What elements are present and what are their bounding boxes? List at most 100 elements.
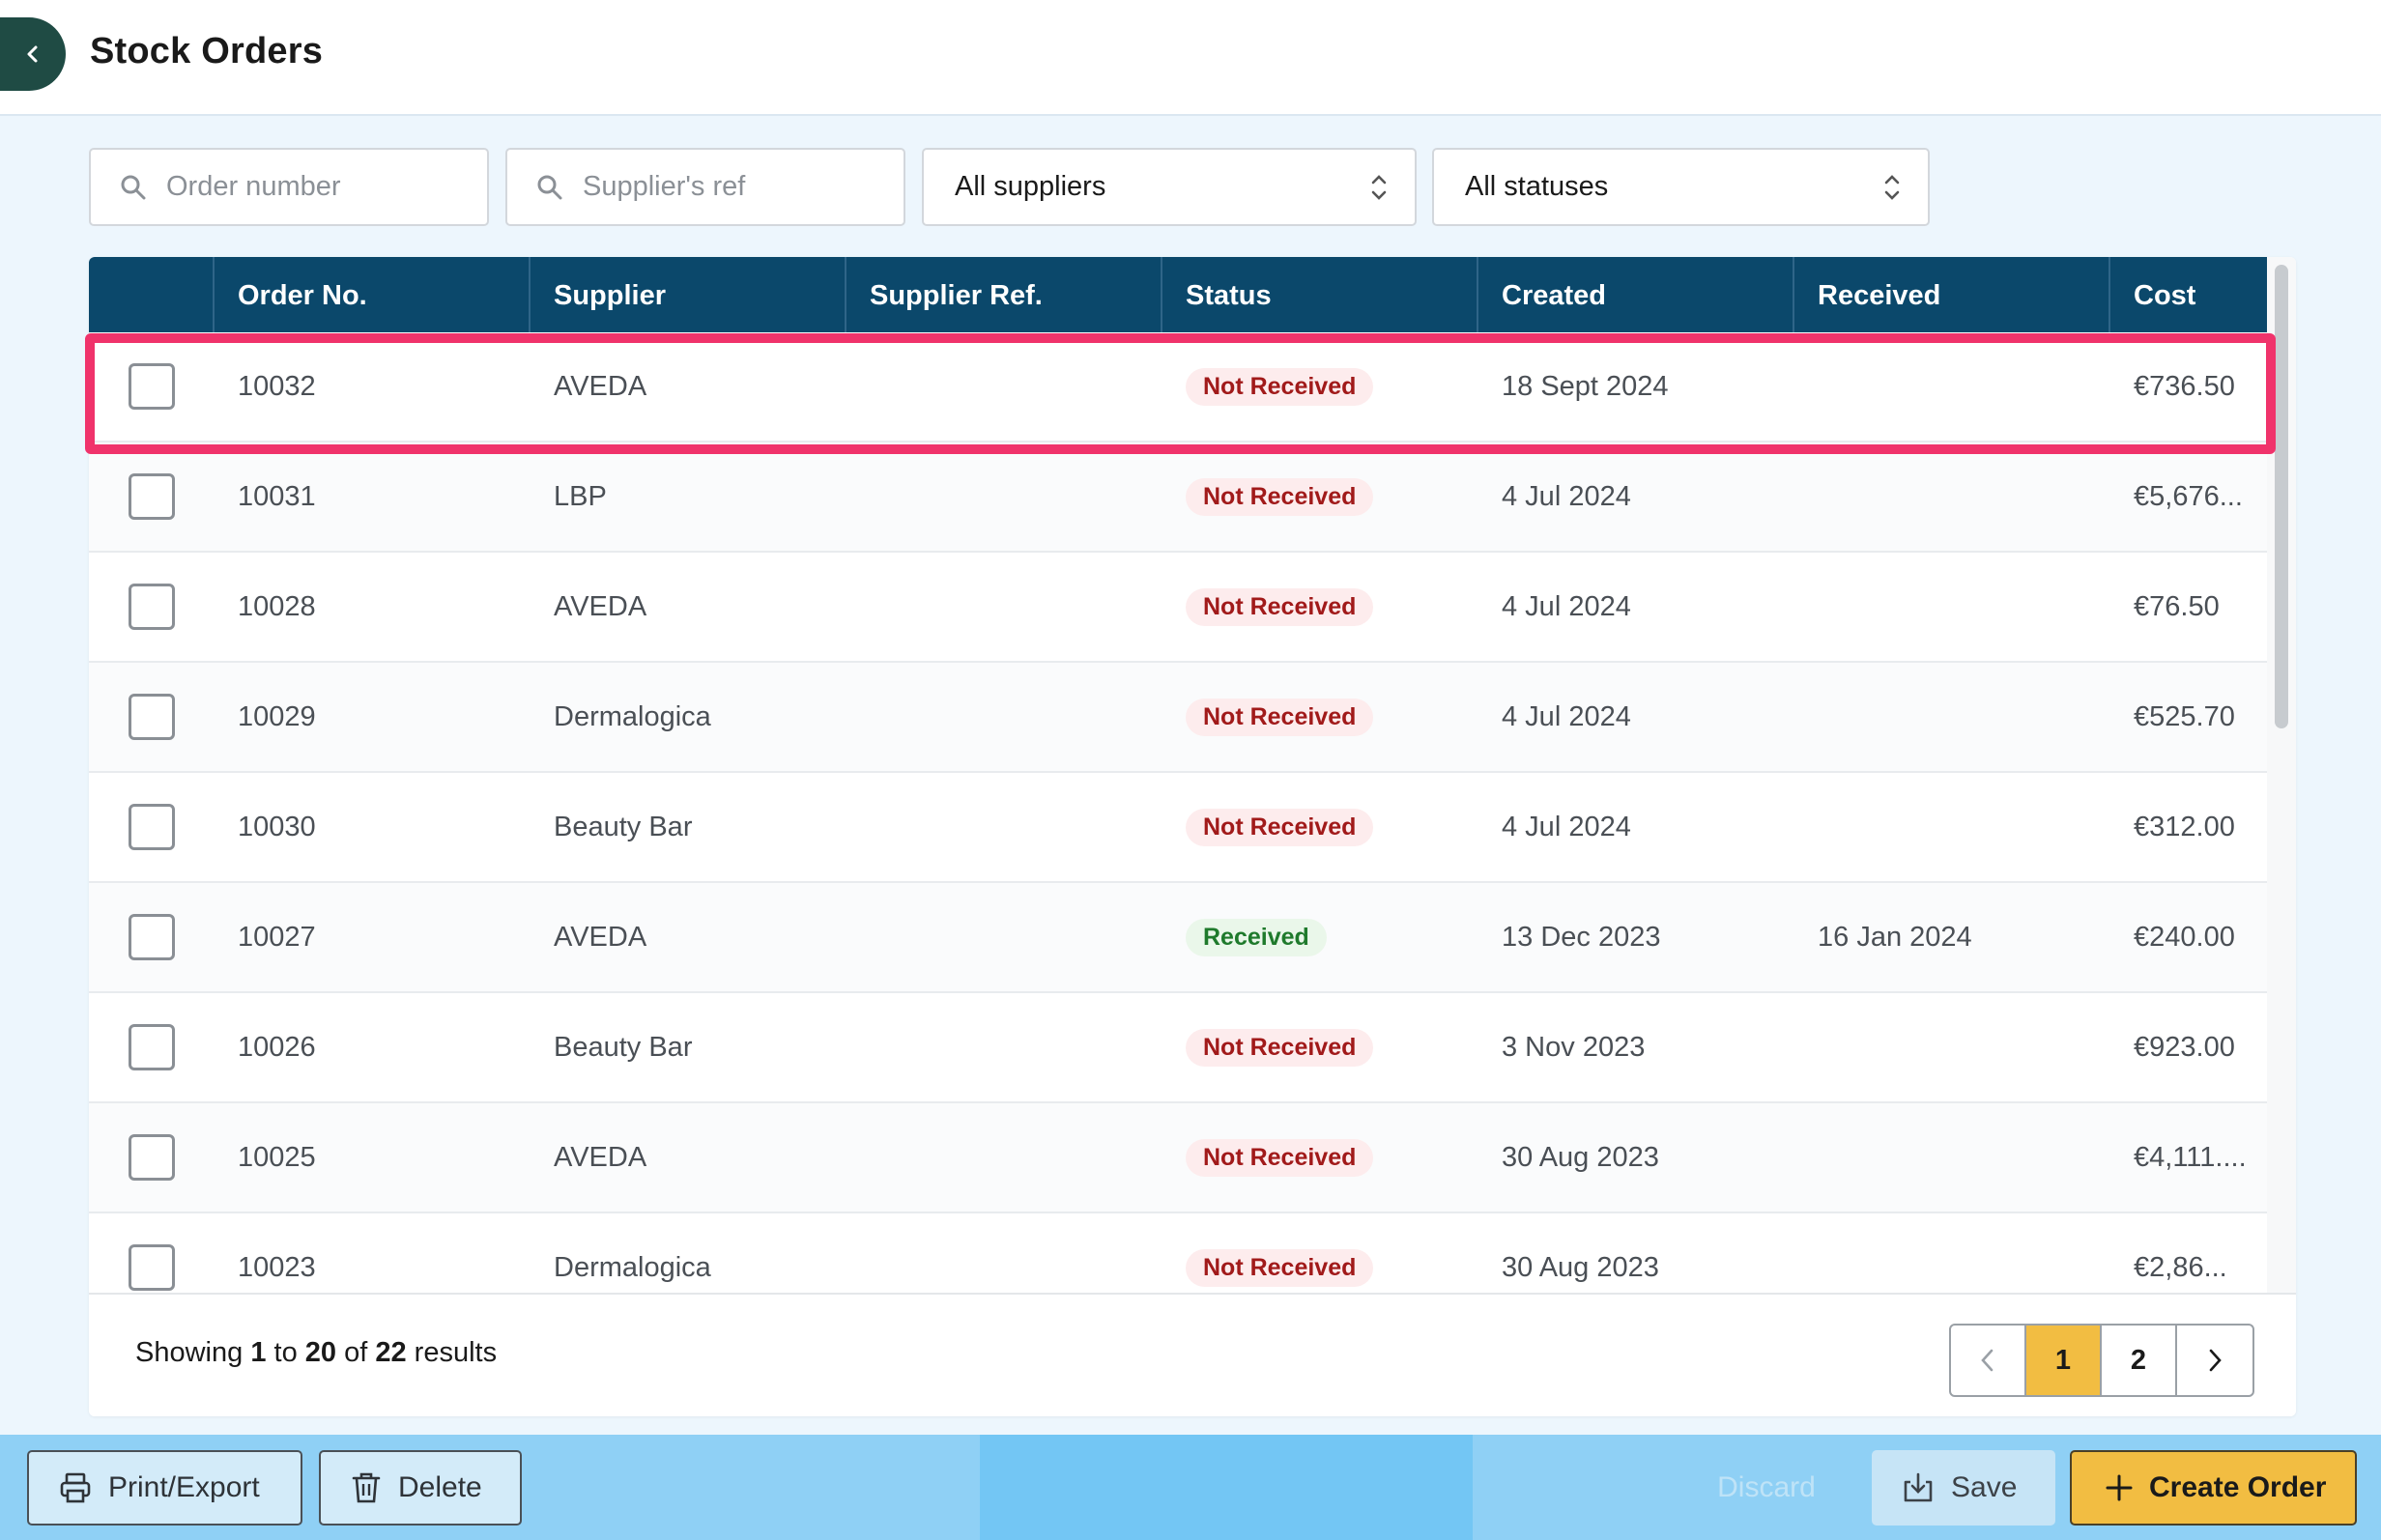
created-cell: 30 Aug 2023 <box>1502 1141 1659 1173</box>
scrollbar-thumb[interactable] <box>2275 265 2288 728</box>
created-cell: 18 Sept 2024 <box>1502 370 1669 402</box>
order-number-cell: 10027 <box>238 921 316 953</box>
status-badge: Not Received <box>1186 367 1374 406</box>
row-select-cell <box>89 473 215 520</box>
results-to: 20 <box>304 1337 337 1368</box>
supplier-select[interactable]: All suppliers <box>922 148 1417 226</box>
row-checkbox[interactable] <box>129 363 175 410</box>
created-cell: 4 Jul 2024 <box>1502 811 1631 842</box>
supplier-cell: AVEDA <box>554 1141 647 1173</box>
search-icon <box>531 174 569 201</box>
status-select[interactable]: All statuses <box>1432 148 1930 226</box>
cost-cell: €240.00 <box>2134 921 2235 953</box>
supplier-cell: AVEDA <box>554 921 647 953</box>
table-row[interactable]: 10027 AVEDA Received 13 Dec 2023 16 Jan 2024… <box>89 883 2267 993</box>
cost-cell: €923.00 <box>2134 1031 2235 1063</box>
supplier-cell: AVEDA <box>554 590 647 622</box>
chevron-left-icon <box>1981 1349 1994 1372</box>
to-label: to <box>273 1337 298 1368</box>
delete-button[interactable]: Delete <box>319 1450 522 1526</box>
order-number-cell: 10028 <box>238 590 316 622</box>
column-header-created[interactable]: Created <box>1478 257 1794 332</box>
created-cell: 3 Nov 2023 <box>1502 1031 1646 1063</box>
column-header-supplier-ref[interactable]: Supplier Ref. <box>846 257 1162 332</box>
column-header-status[interactable]: Status <box>1162 257 1478 332</box>
order-number-cell: 10023 <box>238 1251 316 1283</box>
column-header-cost[interactable]: Cost <box>2110 257 2267 332</box>
supplier-ref-input[interactable]: Supplier's ref <box>505 148 905 226</box>
discard-button[interactable]: Discard <box>1708 1450 1824 1526</box>
table-body: 10032 AVEDA Not Received 18 Sept 2024 €736.5… <box>89 332 2267 1293</box>
create-order-button[interactable]: Create Order <box>2070 1450 2357 1526</box>
column-header-order-no[interactable]: Order No. <box>215 257 531 332</box>
created-cell: 4 Jul 2024 <box>1502 700 1631 732</box>
back-button[interactable] <box>0 17 66 91</box>
created-cell: 13 Dec 2023 <box>1502 921 1661 953</box>
table-footer: Showing 1 to 20 of 22 results 1 2 <box>89 1293 2296 1416</box>
column-header-select <box>89 257 215 332</box>
column-header-supplier[interactable]: Supplier <box>531 257 846 332</box>
table-header: Order No. Supplier Supplier Ref. Status … <box>89 257 2267 332</box>
action-bar-center <box>980 1435 1473 1540</box>
table-row[interactable]: 10031 LBP Not Received 4 Jul 2024 €5,676... <box>89 442 2267 553</box>
save-button[interactable]: Save <box>1872 1450 2055 1526</box>
table-row[interactable]: 10032 AVEDA Not Received 18 Sept 2024 €736.5… <box>89 332 2267 442</box>
status-badge: Not Received <box>1186 698 1374 736</box>
status-cell: Not Received <box>1162 1248 1478 1287</box>
status-badge: Received <box>1186 918 1327 956</box>
supplier-select-value: All suppliers <box>955 171 1106 202</box>
results-summary: Showing 1 to 20 of 22 results <box>135 1337 497 1369</box>
table-row[interactable]: 10026 Beauty Bar Not Received 3 Nov 2023 €92… <box>89 993 2267 1103</box>
row-checkbox[interactable] <box>129 1244 175 1291</box>
cost-cell: €525.70 <box>2134 700 2235 732</box>
row-select-cell <box>89 694 215 740</box>
cost-cell: €2,86... <box>2134 1251 2227 1283</box>
supplier-cell: Dermalogica <box>554 700 711 732</box>
created-cell: 4 Jul 2024 <box>1502 480 1631 512</box>
cost-cell: €76.50 <box>2134 590 2220 622</box>
plus-icon <box>2105 1473 2134 1502</box>
row-checkbox[interactable] <box>129 914 175 960</box>
table-row[interactable]: 10028 AVEDA Not Received 4 Jul 2024 €76.50 <box>89 553 2267 663</box>
page-title: Stock Orders <box>90 31 324 71</box>
order-number-input[interactable]: Order number <box>89 148 489 226</box>
order-number-cell: 10029 <box>238 700 316 732</box>
prev-page-button[interactable] <box>1951 1326 2026 1395</box>
status-badge: Not Received <box>1186 808 1374 846</box>
row-checkbox[interactable] <box>129 694 175 740</box>
results-from: 1 <box>250 1337 267 1368</box>
cost-cell: €4,111.... <box>2134 1141 2247 1173</box>
status-badge: Not Received <box>1186 477 1374 516</box>
chevron-right-icon <box>2209 1349 2222 1372</box>
order-number-cell: 10025 <box>238 1141 316 1173</box>
save-download-icon <box>1901 1470 1936 1505</box>
row-select-cell <box>89 1134 215 1181</box>
status-cell: Not Received <box>1162 1138 1478 1177</box>
row-checkbox[interactable] <box>129 584 175 630</box>
row-select-cell <box>89 914 215 960</box>
order-number-cell: 10032 <box>238 370 316 402</box>
updown-chevron-icon <box>1368 171 1390 204</box>
print-export-button[interactable]: Print/Export <box>27 1450 302 1526</box>
page-button-2[interactable]: 2 <box>2102 1326 2177 1395</box>
row-select-cell <box>89 1244 215 1291</box>
supplier-cell: AVEDA <box>554 370 647 402</box>
table-row[interactable]: 10030 Beauty Bar Not Received 4 Jul 2024 €31… <box>89 773 2267 883</box>
row-checkbox[interactable] <box>129 804 175 850</box>
table-row[interactable]: 10023 Dermalogica Not Received 30 Aug 2023 €… <box>89 1213 2267 1293</box>
row-checkbox[interactable] <box>129 1134 175 1181</box>
supplier-cell: Beauty Bar <box>554 1031 693 1063</box>
row-checkbox[interactable] <box>129 473 175 520</box>
row-select-cell <box>89 804 215 850</box>
table-row[interactable]: 10025 AVEDA Not Received 30 Aug 2023 €4,111.… <box>89 1103 2267 1213</box>
page-header: Stock Orders <box>0 0 2381 116</box>
delete-label: Delete <box>398 1471 482 1503</box>
row-select-cell <box>89 1024 215 1070</box>
table-row[interactable]: 10029 Dermalogica Not Received 4 Jul 2024 €5… <box>89 663 2267 773</box>
status-cell: Not Received <box>1162 698 1478 736</box>
status-cell: Not Received <box>1162 808 1478 846</box>
row-checkbox[interactable] <box>129 1024 175 1070</box>
page-button-1[interactable]: 1 <box>2026 1326 2102 1395</box>
column-header-received[interactable]: Received <box>1794 257 2110 332</box>
next-page-button[interactable] <box>2177 1326 2252 1395</box>
